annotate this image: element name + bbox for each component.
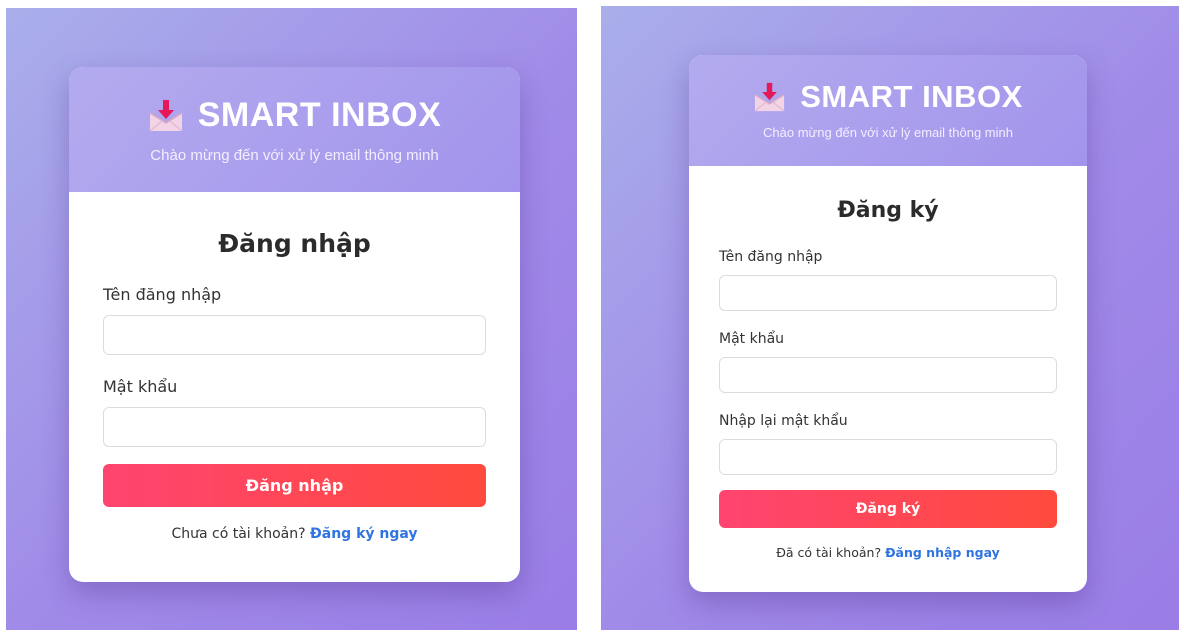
login-card: SMART INBOX Chào mừng đến với xử lý emai… — [69, 67, 520, 582]
register-screen: SMART INBOX Chào mừng đến với xử lý emai… — [601, 6, 1179, 630]
confirm-password-field-group: Nhập lại mật khẩu — [719, 413, 1057, 475]
password-label: Mật khẩu — [719, 331, 785, 347]
card-header: SMART INBOX Chào mừng đến với xử lý emai… — [69, 67, 520, 192]
username-input[interactable] — [103, 315, 486, 355]
username-field-group: Tên đăng nhập — [103, 285, 486, 355]
password-label: Mật khẩu — [103, 377, 178, 396]
form-title: Đăng ký — [837, 198, 939, 223]
brand-title: SMART INBOX — [800, 79, 1023, 114]
login-link[interactable]: Đăng nhập ngay — [885, 545, 1000, 560]
login-prompt-text: Đã có tài khoản? — [776, 545, 882, 560]
inbox-tray-icon — [753, 82, 786, 113]
confirm-password-label: Nhập lại mật khẩu — [719, 413, 848, 429]
inbox-tray-icon — [148, 99, 184, 133]
brand-title: SMART INBOX — [197, 96, 442, 134]
form-title: Đăng nhập — [218, 229, 371, 258]
login-screen: SMART INBOX Chào mừng đến với xử lý emai… — [6, 8, 577, 630]
login-prompt: Đã có tài khoản? Đăng nhập ngay — [719, 545, 1057, 560]
login-form: Đăng nhập Tên đăng nhập Mật khẩu Đăng nh… — [69, 229, 520, 542]
card-header: SMART INBOX Chào mừng đến với xử lý emai… — [689, 55, 1087, 166]
register-link[interactable]: Đăng ký ngay — [310, 526, 417, 542]
register-card: SMART INBOX Chào mừng đến với xử lý emai… — [689, 55, 1087, 592]
register-prompt-text: Chưa có tài khoản? — [171, 526, 306, 542]
brand: SMART INBOX — [69, 96, 520, 135]
username-label: Tên đăng nhập — [719, 249, 823, 265]
brand-subtitle: Chào mừng đến với xử lý email thông minh — [763, 125, 1013, 140]
confirm-password-input[interactable] — [719, 439, 1057, 475]
password-input[interactable] — [719, 357, 1057, 393]
password-input[interactable] — [103, 407, 486, 447]
username-label: Tên đăng nhập — [103, 285, 222, 304]
username-field-group: Tên đăng nhập — [719, 249, 1057, 311]
register-form: Đăng ký Tên đăng nhập Mật khẩu Nhập lại … — [689, 198, 1087, 560]
register-prompt: Chưa có tài khoản? Đăng ký ngay — [103, 526, 486, 542]
username-input[interactable] — [719, 275, 1057, 311]
password-field-group: Mật khẩu — [103, 377, 486, 447]
brand: SMART INBOX — [689, 79, 1087, 115]
brand-subtitle: Chào mừng đến với xử lý email thông minh — [150, 147, 439, 164]
register-button[interactable]: Đăng ký — [719, 490, 1057, 528]
password-field-group: Mật khẩu — [719, 331, 1057, 393]
login-button[interactable]: Đăng nhập — [103, 464, 486, 507]
